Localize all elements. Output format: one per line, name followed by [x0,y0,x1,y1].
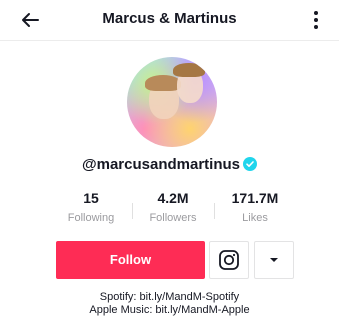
username-row: @marcusandmartinus [0,156,339,173]
follow-button[interactable]: Follow [56,241,205,279]
stat-following[interactable]: 15 Following [51,190,131,224]
top-bar: Marcus & Martinus [0,0,339,41]
avatar-hair-right [173,63,205,77]
followers-label: Followers [149,212,197,224]
username: @marcusandmartinus [81,156,240,173]
following-label: Following [67,212,115,224]
bio-spotify-link[interactable]: Spotify: bit.ly/MandM-Spotify [0,291,339,304]
bio: Spotify: bit.ly/MandM-Spotify Apple Musi… [0,291,339,317]
following-count: 15 [83,190,99,206]
likes-count: 171.7M [231,190,279,206]
bio-apple-link[interactable]: Apple Music: bit.ly/MandM-Apple [0,304,339,317]
caret-down-icon [270,258,278,262]
instagram-icon [219,250,239,270]
avatar[interactable] [127,57,217,147]
stat-followers[interactable]: 4.2M Followers [133,190,213,224]
more-actions-dropdown[interactable] [254,241,294,279]
instagram-button[interactable] [209,241,249,279]
followers-count: 4.2M [157,190,189,206]
verified-badge-icon [243,157,257,171]
more-options-icon[interactable] [306,8,326,32]
page-title: Marcus & Martinus [102,10,237,27]
likes-label: Likes [242,212,268,224]
stat-likes: 171.7M Likes [215,190,295,224]
avatar-hair-left [145,75,181,91]
